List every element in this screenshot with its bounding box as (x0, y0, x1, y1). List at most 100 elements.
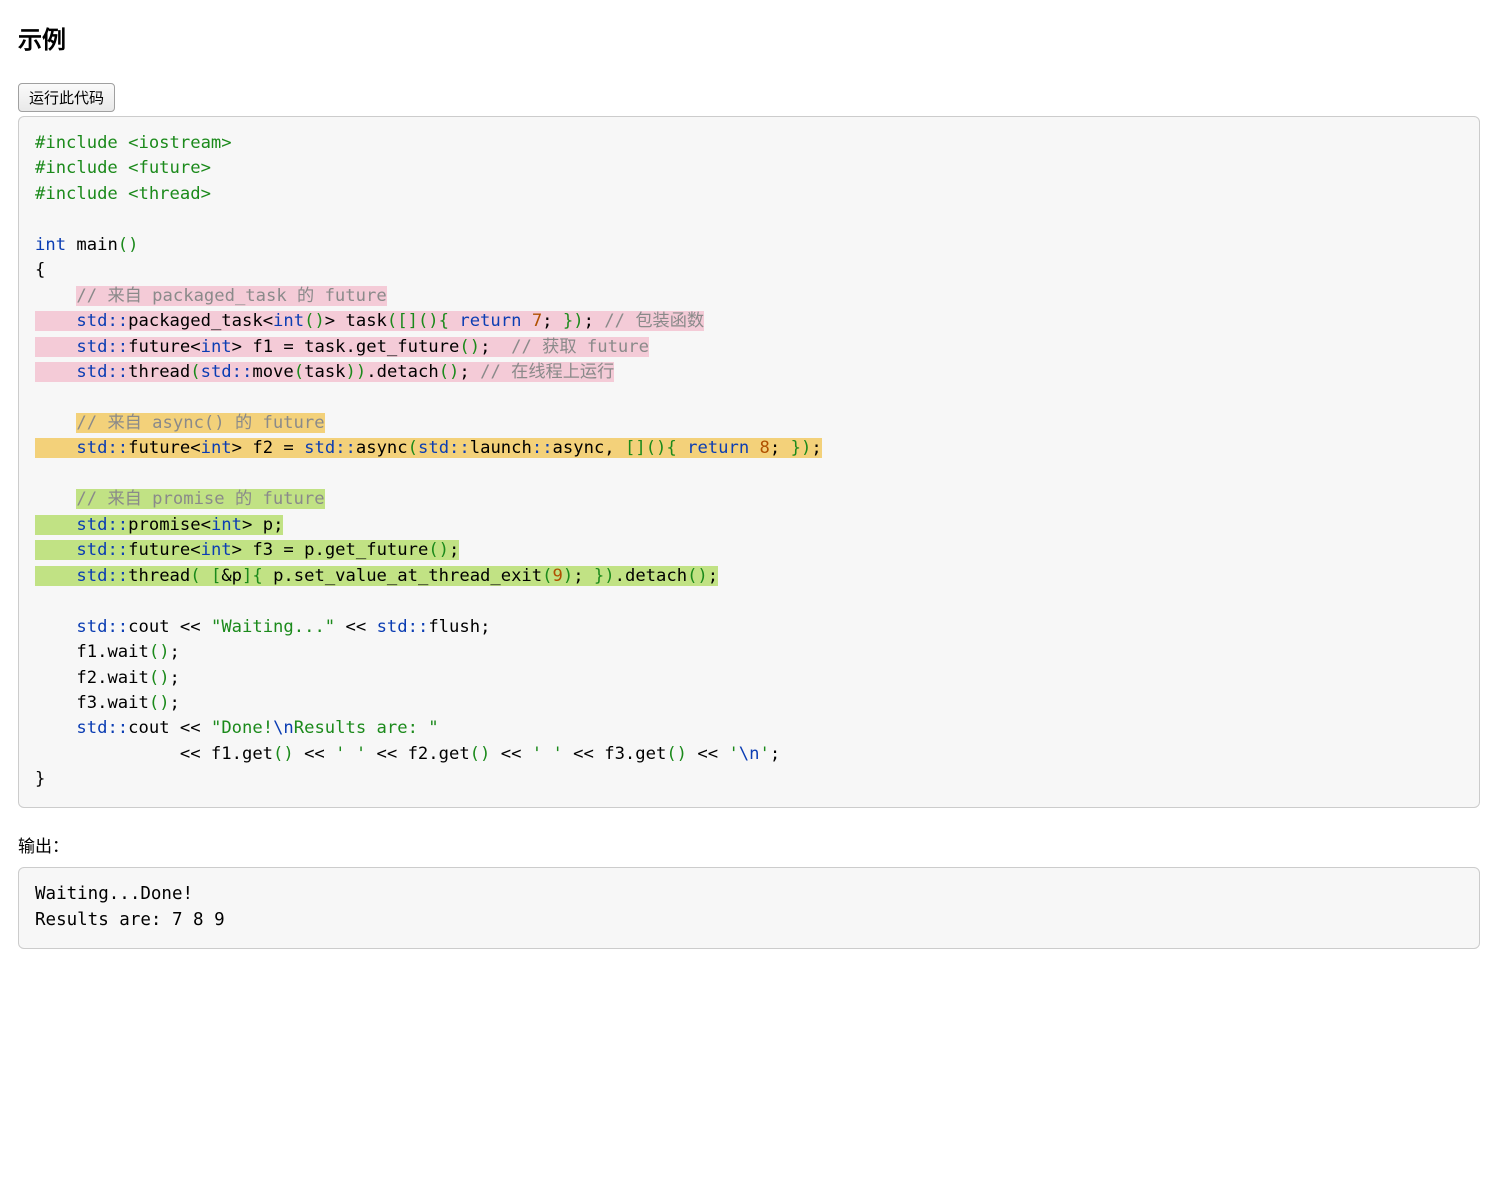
code-token: packaged_task (128, 311, 263, 331)
code-token: << (180, 744, 211, 764)
code-line: #include <future> (35, 158, 211, 178)
code-token: } (780, 438, 801, 458)
code-token: thread (128, 566, 190, 586)
code-token: () (687, 566, 708, 586)
code-token: :: (107, 438, 128, 458)
code-token: std (76, 438, 107, 458)
code-token: f2.get (408, 744, 470, 764)
code-line: #include <thread> (35, 184, 211, 204)
code-token: f2.wait (76, 668, 148, 688)
code-token: f3 (242, 540, 283, 560)
code-token: :: (107, 617, 128, 637)
code-token: :: (107, 311, 128, 331)
code-token: f1.get (211, 744, 273, 764)
code-token: < (201, 515, 211, 535)
code-indent (35, 413, 76, 433)
code-token: f2 (242, 438, 283, 458)
code-token: ; (480, 617, 490, 637)
code-token: std (76, 311, 107, 331)
code-token: = (283, 438, 293, 458)
code-token: async (553, 438, 605, 458)
code-token: ) (801, 438, 811, 458)
code-token: ; (170, 668, 180, 688)
code-token: > (325, 311, 335, 331)
code-indent (35, 438, 76, 458)
code-token: f1 (242, 337, 283, 357)
code-token: future (128, 337, 190, 357)
code-example: #include <iostream> #include <future> #i… (18, 116, 1480, 808)
code-token: \n (739, 744, 760, 764)
code-indent (35, 566, 76, 586)
code-token: 8 (760, 438, 770, 458)
code-indent (35, 617, 76, 637)
highlight-async: // 来自 async() 的 future std::future<int> … (35, 413, 822, 458)
code-token: << (170, 617, 211, 637)
code-token: < (190, 438, 200, 458)
code-indent (35, 642, 76, 662)
code-token: ) (563, 566, 573, 586)
code-token: "Waiting..." (211, 617, 335, 637)
code-token: std (76, 515, 107, 535)
code-token: std (377, 617, 408, 637)
code-comment: // 获取 future (490, 337, 649, 357)
code-token: () (470, 744, 491, 764)
code-token: int (35, 235, 66, 255)
code-token: :: (107, 515, 128, 535)
code-token: ; (811, 438, 821, 458)
code-token: ; (770, 438, 780, 458)
code-token: ; (584, 311, 594, 331)
code-indent (35, 286, 76, 306)
code-token: return (449, 311, 532, 331)
code-comment: // 来自 promise 的 future (76, 489, 324, 509)
code-comment: // 包装函数 (594, 311, 704, 331)
code-token: future (128, 438, 190, 458)
code-token: f3.wait (76, 693, 148, 713)
code-token: ; (573, 566, 583, 586)
code-token: ; (542, 311, 552, 331)
code-token: \n (273, 718, 294, 738)
code-token: ( (190, 362, 200, 382)
code-token: 9 (552, 566, 562, 586)
code-token: cout (128, 718, 169, 738)
code-token: () (273, 744, 294, 764)
code-token: int (201, 438, 232, 458)
code-token: "Done! (211, 718, 273, 738)
run-code-button[interactable]: 运行此代码 (18, 83, 115, 112)
code-token: :: (107, 337, 128, 357)
code-token: ; (449, 540, 459, 560)
code-indent (35, 693, 76, 713)
code-indent (35, 718, 76, 738)
code-token: , (604, 438, 625, 458)
code-token: () (304, 311, 325, 331)
code-token: > (232, 540, 242, 560)
code-token: ) (604, 566, 614, 586)
code-token: ) (356, 362, 366, 382)
code-line: #include <iostream> (35, 133, 232, 153)
code-token: std (294, 438, 335, 458)
code-token: thread (128, 362, 190, 382)
code-token: task (335, 311, 387, 331)
code-token: main (66, 235, 118, 255)
code-token: :: (107, 566, 128, 586)
code-token: } (584, 566, 605, 586)
code-token: std (418, 438, 449, 458)
code-token: ]{ (242, 566, 263, 586)
code-token: < (263, 311, 273, 331)
code-token: > (242, 515, 252, 535)
code-token: int (273, 311, 304, 331)
example-heading: 示例 (18, 20, 1480, 55)
code-indent (35, 489, 76, 509)
code-token: p.get_future (294, 540, 429, 560)
code-comment: // 来自 packaged_task 的 future (76, 286, 386, 306)
code-token: cout (128, 617, 169, 637)
code-token: ' (760, 744, 770, 764)
code-token: task (304, 362, 345, 382)
code-indent (35, 362, 76, 382)
code-token: << (366, 744, 407, 764)
code-token: 7 (532, 311, 542, 331)
code-token: async (356, 438, 408, 458)
code-token: << (294, 744, 335, 764)
code-token: < (190, 540, 200, 560)
code-token: p (232, 566, 242, 586)
code-token: std (76, 566, 107, 586)
